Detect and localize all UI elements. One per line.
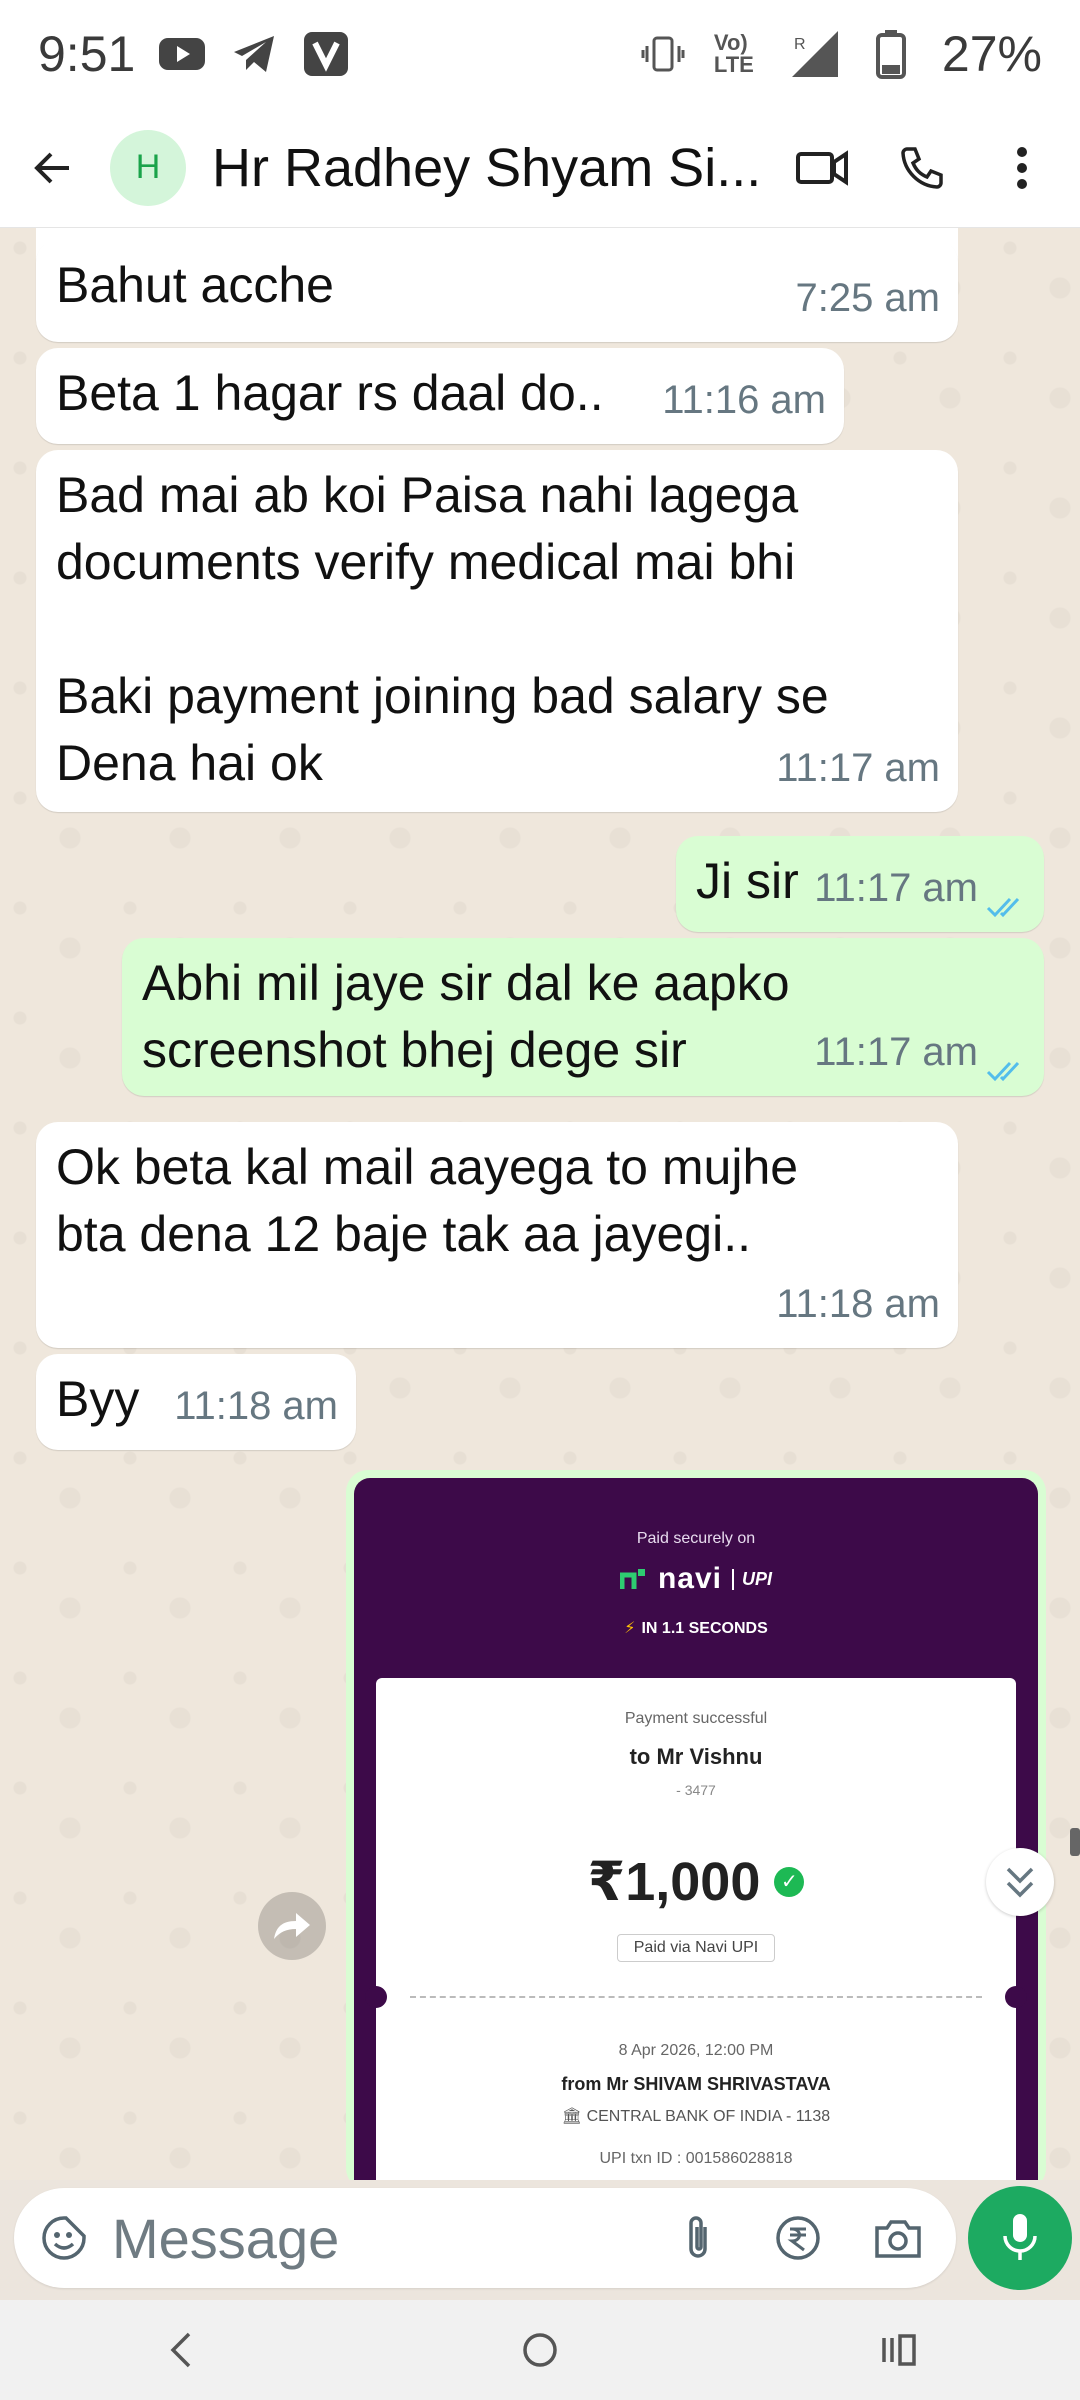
scroll-to-bottom-icon[interactable]	[986, 1848, 1054, 1916]
emoji-sticker-icon[interactable]	[34, 2208, 94, 2268]
receipt-card: Payment successful to Mr Vishnu - 3477 ₹…	[365, 1678, 1027, 2180]
volte-icon: Vo) LTE	[713, 30, 754, 77]
message-bubble-incoming[interactable]: Bad mai ab koi Paisa nahi lagega documen…	[36, 450, 958, 812]
receipt-status: Payment successful	[624, 1710, 768, 1727]
forward-icon[interactable]	[258, 1892, 326, 1960]
message-time: 11:18 am	[174, 1384, 338, 1428]
message-bubble-incoming[interactable]: Ok beta kal mail aayega to mujhe bta den…	[36, 1122, 958, 1348]
status-time: 9:51	[38, 26, 136, 82]
message-bubble-outgoing[interactable]: Abhi mil jaye sir dal ke aapko screensho…	[122, 938, 1044, 1096]
nav-recents-icon[interactable]	[860, 2310, 940, 2390]
youtube-icon	[157, 29, 207, 79]
mic-icon	[1003, 2214, 1037, 2260]
message-bubble-incoming[interactable]: Bahut acche 7:25 am	[36, 240, 958, 342]
ticket-notch-right	[1005, 1986, 1027, 2008]
navi-logo-icon	[619, 1569, 645, 1589]
system-nav-bar	[0, 2300, 1080, 2400]
contact-name[interactable]: Hr Radhey Shyam Si...	[212, 137, 772, 199]
vibrate-icon	[638, 29, 688, 79]
message-input-box[interactable]	[14, 2188, 956, 2288]
camera-icon[interactable]	[868, 2208, 928, 2268]
message-bubble-incoming[interactable]: Byy 11:18 am	[36, 1354, 356, 1450]
navi-upi-logo: navi UPI	[354, 1562, 1038, 1596]
message-time: 11:17 am	[814, 866, 978, 910]
message-bubble-outgoing[interactable]: Ji sir 11:17 am	[676, 836, 1044, 932]
receipt-paid-securely: Paid securely on	[636, 1530, 756, 1547]
message-time: 7:25 am	[795, 276, 940, 320]
payment-receipt-image[interactable]: Paid securely on navi UPI ⚡ IN 1.1 SECOND…	[354, 1478, 1038, 2180]
scrollbar-thumb[interactable]	[1070, 1828, 1080, 1856]
nav-home-icon[interactable]	[500, 2310, 580, 2390]
telegram-icon	[229, 29, 279, 79]
dashed-divider	[410, 1996, 982, 1998]
nav-back-icon[interactable]	[140, 2310, 220, 2390]
receipt-txn-id: UPI txn ID : 001586028818	[599, 2150, 793, 2167]
chat-area[interactable]: Bahut acche 7:25 am Beta 1 hagar rs daal…	[0, 228, 1080, 2180]
message-input[interactable]	[112, 2205, 652, 2271]
voice-call-icon[interactable]	[892, 138, 952, 198]
attach-icon[interactable]	[668, 2208, 728, 2268]
composer-bar	[0, 2180, 1080, 2300]
back-arrow-icon[interactable]	[18, 133, 88, 203]
receipt-amount: ₹1,000	[587, 1852, 761, 1912]
svg-text:R: R	[794, 36, 806, 53]
image-message-bubble[interactable]: Paid securely on navi UPI ⚡ IN 1.1 SECOND…	[346, 1470, 1046, 2180]
ticket-notch-left	[365, 1986, 387, 2008]
message-time: 11:17 am	[814, 1030, 978, 1074]
avatar[interactable]: H	[110, 129, 186, 206]
more-vert-icon[interactable]	[992, 138, 1052, 198]
receipt-recipient: to Mr Vishnu	[629, 1744, 763, 1769]
rupee-payment-icon[interactable]	[768, 2208, 828, 2268]
message-time: 11:18 am	[776, 1282, 940, 1326]
lightning-icon: ⚡	[624, 1620, 636, 1637]
receipt-upi: UPI	[732, 1568, 772, 1590]
message-time: 11:16 am	[662, 378, 826, 422]
mic-button[interactable]	[968, 2186, 1072, 2290]
signal-icon: R	[790, 29, 840, 79]
bank-icon: 🏛	[561, 2108, 587, 2125]
battery-icon	[866, 29, 916, 79]
chat-header: H Hr Radhey Shyam Si...	[0, 108, 1080, 228]
status-bar: 9:51 Vo) LTE R 27%	[0, 0, 1080, 108]
receipt-datetime: 8 Apr 2026, 12:00 PM	[618, 2042, 774, 2059]
video-call-icon[interactable]	[792, 138, 852, 198]
message-time: 11:17 am	[776, 746, 940, 790]
message-text: Ok beta kal mail aayega to mujhe bta den…	[56, 1139, 799, 1262]
receipt-brand: navi	[657, 1562, 722, 1595]
receipt-speed: IN 1.1 SECONDS	[641, 1620, 768, 1637]
battery-percent: 27%	[941, 26, 1042, 82]
success-check-icon: ✓	[774, 1866, 805, 1897]
receipt-paid-via: Paid via Navi UPI	[616, 1934, 776, 1962]
v-app-icon	[301, 29, 351, 79]
read-ticks-icon	[986, 875, 1026, 917]
receipt-sender: from Mr SHIVAM SHRIVASTAVA	[561, 2074, 831, 2094]
message-bubble-incoming[interactable]: Beta 1 hagar rs daal do.. 11:16 am	[36, 348, 844, 444]
receipt-bank: CENTRAL BANK OF INDIA - 1138	[586, 2108, 831, 2125]
receipt-account: - 3477	[676, 1782, 716, 1798]
read-ticks-icon	[986, 1039, 1026, 1081]
